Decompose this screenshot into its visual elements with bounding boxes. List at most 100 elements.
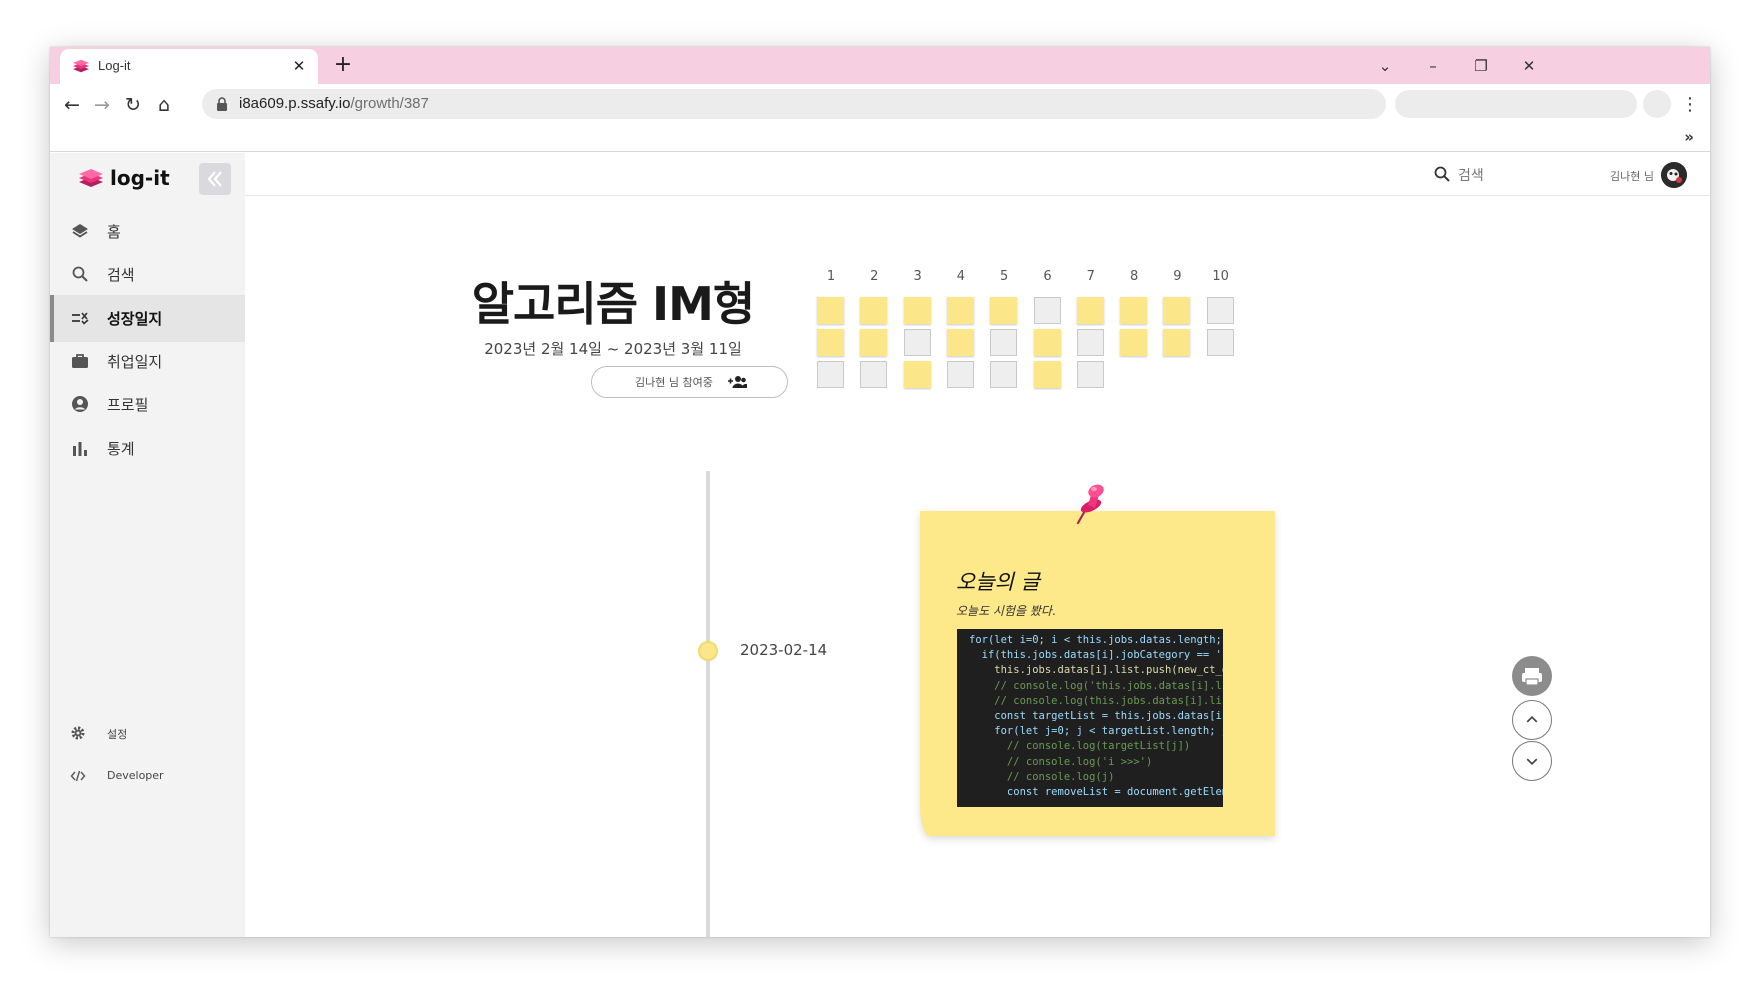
grid-column-header: 7: [1086, 269, 1095, 284]
day-cell-empty[interactable]: [990, 361, 1018, 388]
code-line: const targetList = this.jobs.datas[i]: [969, 710, 1223, 723]
day-cell-empty[interactable]: [1206, 329, 1234, 356]
close-window-icon[interactable]: ✕: [1518, 55, 1540, 77]
timeline-line: [706, 471, 710, 937]
avatar[interactable]: [1661, 162, 1687, 188]
grid-column-header: 8: [1129, 269, 1139, 284]
reload-icon[interactable]: ↻: [120, 92, 146, 118]
day-cell-completed[interactable]: [903, 361, 931, 388]
app-root: log-it 홈 검색 성장일지 취업일지 프로필 통계 설정 Develope…: [50, 153, 1710, 937]
restore-icon[interactable]: ❐: [1470, 55, 1492, 77]
sidebar-item-job-journal[interactable]: 취업일지: [50, 338, 245, 385]
browser-tab[interactable]: Log-it ✕: [60, 49, 318, 84]
day-cell-empty[interactable]: [946, 361, 974, 388]
app-header: 검색 김나현 님: [245, 153, 1710, 196]
back-icon[interactable]: ←: [59, 92, 85, 118]
brand-name: log-it: [110, 166, 170, 190]
page-title: 알고리즘 IM형: [471, 277, 756, 331]
day-cell-completed[interactable]: [1076, 297, 1104, 324]
day-cell-completed[interactable]: [1120, 329, 1148, 356]
bookmarks-overflow-icon[interactable]: »: [1684, 128, 1694, 146]
menu-icon[interactable]: ⋮: [1680, 92, 1700, 118]
close-tab-icon[interactable]: ✕: [290, 57, 308, 75]
search-icon: [72, 266, 88, 282]
logit-logo-icon: [73, 59, 89, 73]
grid-column-header: 6: [1043, 269, 1052, 284]
logit-logo-icon: [79, 169, 103, 187]
search-input[interactable]: 검색: [1458, 165, 1484, 185]
day-cell-empty[interactable]: [1206, 297, 1234, 324]
sidebar-item-home[interactable]: 홈: [50, 208, 245, 255]
timeline-dot[interactable]: [698, 641, 718, 661]
address-bar[interactable]: i8a609.p.ssafy.io/growth/387: [202, 89, 1386, 119]
grid-column-header: 5: [1000, 269, 1009, 284]
day-cell-completed[interactable]: [860, 329, 888, 356]
scroll-up-button[interactable]: [1512, 700, 1552, 740]
day-cell-completed[interactable]: [1033, 361, 1061, 388]
code-line: for(let i=0; i < this.jobs.datas.length;: [969, 634, 1223, 646]
day-cell-completed[interactable]: [1033, 329, 1061, 356]
code-icon: [70, 770, 86, 782]
day-cell-completed[interactable]: [990, 297, 1018, 324]
day-cell-completed[interactable]: [817, 329, 844, 356]
sidebar-item-label: 성장일지: [107, 310, 163, 328]
code-line: // console.log('i >>>'): [969, 755, 1153, 768]
day-cell-completed[interactable]: [860, 297, 888, 324]
lock-icon: [217, 97, 227, 111]
sidebar-item-search[interactable]: 검색: [50, 251, 245, 298]
pushpin-icon: [1076, 484, 1104, 525]
extension-area[interactable]: [1395, 90, 1637, 118]
sidebar-item-developer[interactable]: Developer: [50, 762, 245, 792]
journal-note-card[interactable]: 오늘의 글 오늘도 시험을 봤다. for(let i=0; i < this.…: [920, 511, 1275, 836]
print-button[interactable]: [1512, 656, 1552, 696]
day-cell-completed[interactable]: [817, 297, 844, 324]
note-title: 오늘의 글: [956, 570, 1040, 594]
profile-button[interactable]: [1643, 90, 1671, 118]
sidebar-item-label: 설정: [107, 728, 128, 741]
sidebar-item-stats[interactable]: 통계: [50, 425, 245, 472]
day-cell-empty[interactable]: [990, 329, 1018, 356]
day-cell-completed[interactable]: [1163, 329, 1191, 356]
new-tab-icon[interactable]: +: [330, 53, 356, 79]
url-text: i8a609.p.ssafy.io/growth/387: [239, 95, 429, 112]
url-path: /growth/387: [350, 95, 429, 112]
search-icon[interactable]: [1433, 165, 1451, 183]
day-cell-empty[interactable]: [1076, 361, 1104, 388]
day-cell-completed[interactable]: [1163, 297, 1191, 324]
scroll-down-button[interactable]: [1512, 741, 1552, 781]
home-icon[interactable]: ⌂: [151, 92, 177, 118]
day-cell-completed[interactable]: [1120, 297, 1148, 324]
code-line: // console.log(j): [969, 770, 1115, 783]
day-cell-empty[interactable]: [903, 329, 931, 356]
chevron-down-icon: [1526, 758, 1538, 766]
day-cell-completed[interactable]: [903, 297, 931, 324]
tab-strip: Log-it ✕ + ⌄ – ❐ ✕: [50, 47, 1710, 84]
day-cell-empty[interactable]: [1033, 297, 1061, 324]
code-line: if(this.jobs.datas[i].jobCategory == ': [969, 649, 1222, 662]
sidebar-item-settings[interactable]: 설정: [50, 719, 245, 749]
forward-icon[interactable]: →: [89, 92, 115, 118]
day-cell-empty[interactable]: [1076, 329, 1104, 356]
minimize-icon[interactable]: –: [1422, 55, 1444, 77]
sidebar-item-label: 프로필: [107, 396, 149, 414]
grid-column-header: 3: [913, 269, 922, 284]
sidebar-item-profile[interactable]: 프로필: [50, 381, 245, 428]
grid-column-header: 1: [826, 269, 836, 284]
day-cell-empty[interactable]: [860, 361, 888, 388]
user-circle-icon: [72, 396, 88, 412]
user-name[interactable]: 김나현 님: [1610, 168, 1654, 184]
timeline-date: 2023-02-14: [740, 641, 828, 659]
browser-window: Log-it ✕ + ⌄ – ❐ ✕ ← → ↻ ⌂ i8a609.p.ssaf…: [50, 47, 1710, 937]
grid-column-header: 10: [1212, 269, 1229, 284]
collapse-sidebar-button[interactable]: [199, 163, 231, 195]
code-screenshot: for(let i=0; i < this.jobs.datas.length;…: [957, 629, 1223, 807]
day-cell-completed[interactable]: [946, 297, 974, 324]
tab-search-icon[interactable]: ⌄: [1374, 55, 1396, 77]
day-cell-completed[interactable]: [946, 329, 974, 356]
day-cell-empty[interactable]: [817, 361, 844, 388]
participants-button[interactable]: 김나현 님 참여중: [591, 366, 788, 398]
sidebar-item-growth-journal[interactable]: 성장일지: [50, 295, 245, 342]
code-line: // console.log(this.jobs.datas[i].lis: [969, 694, 1223, 707]
browser-toolbar: ← → ↻ ⌂ i8a609.p.ssafy.io/growth/387 ⋮: [50, 84, 1710, 126]
sidebar: log-it 홈 검색 성장일지 취업일지 프로필 통계 설정 Develope…: [50, 153, 245, 937]
